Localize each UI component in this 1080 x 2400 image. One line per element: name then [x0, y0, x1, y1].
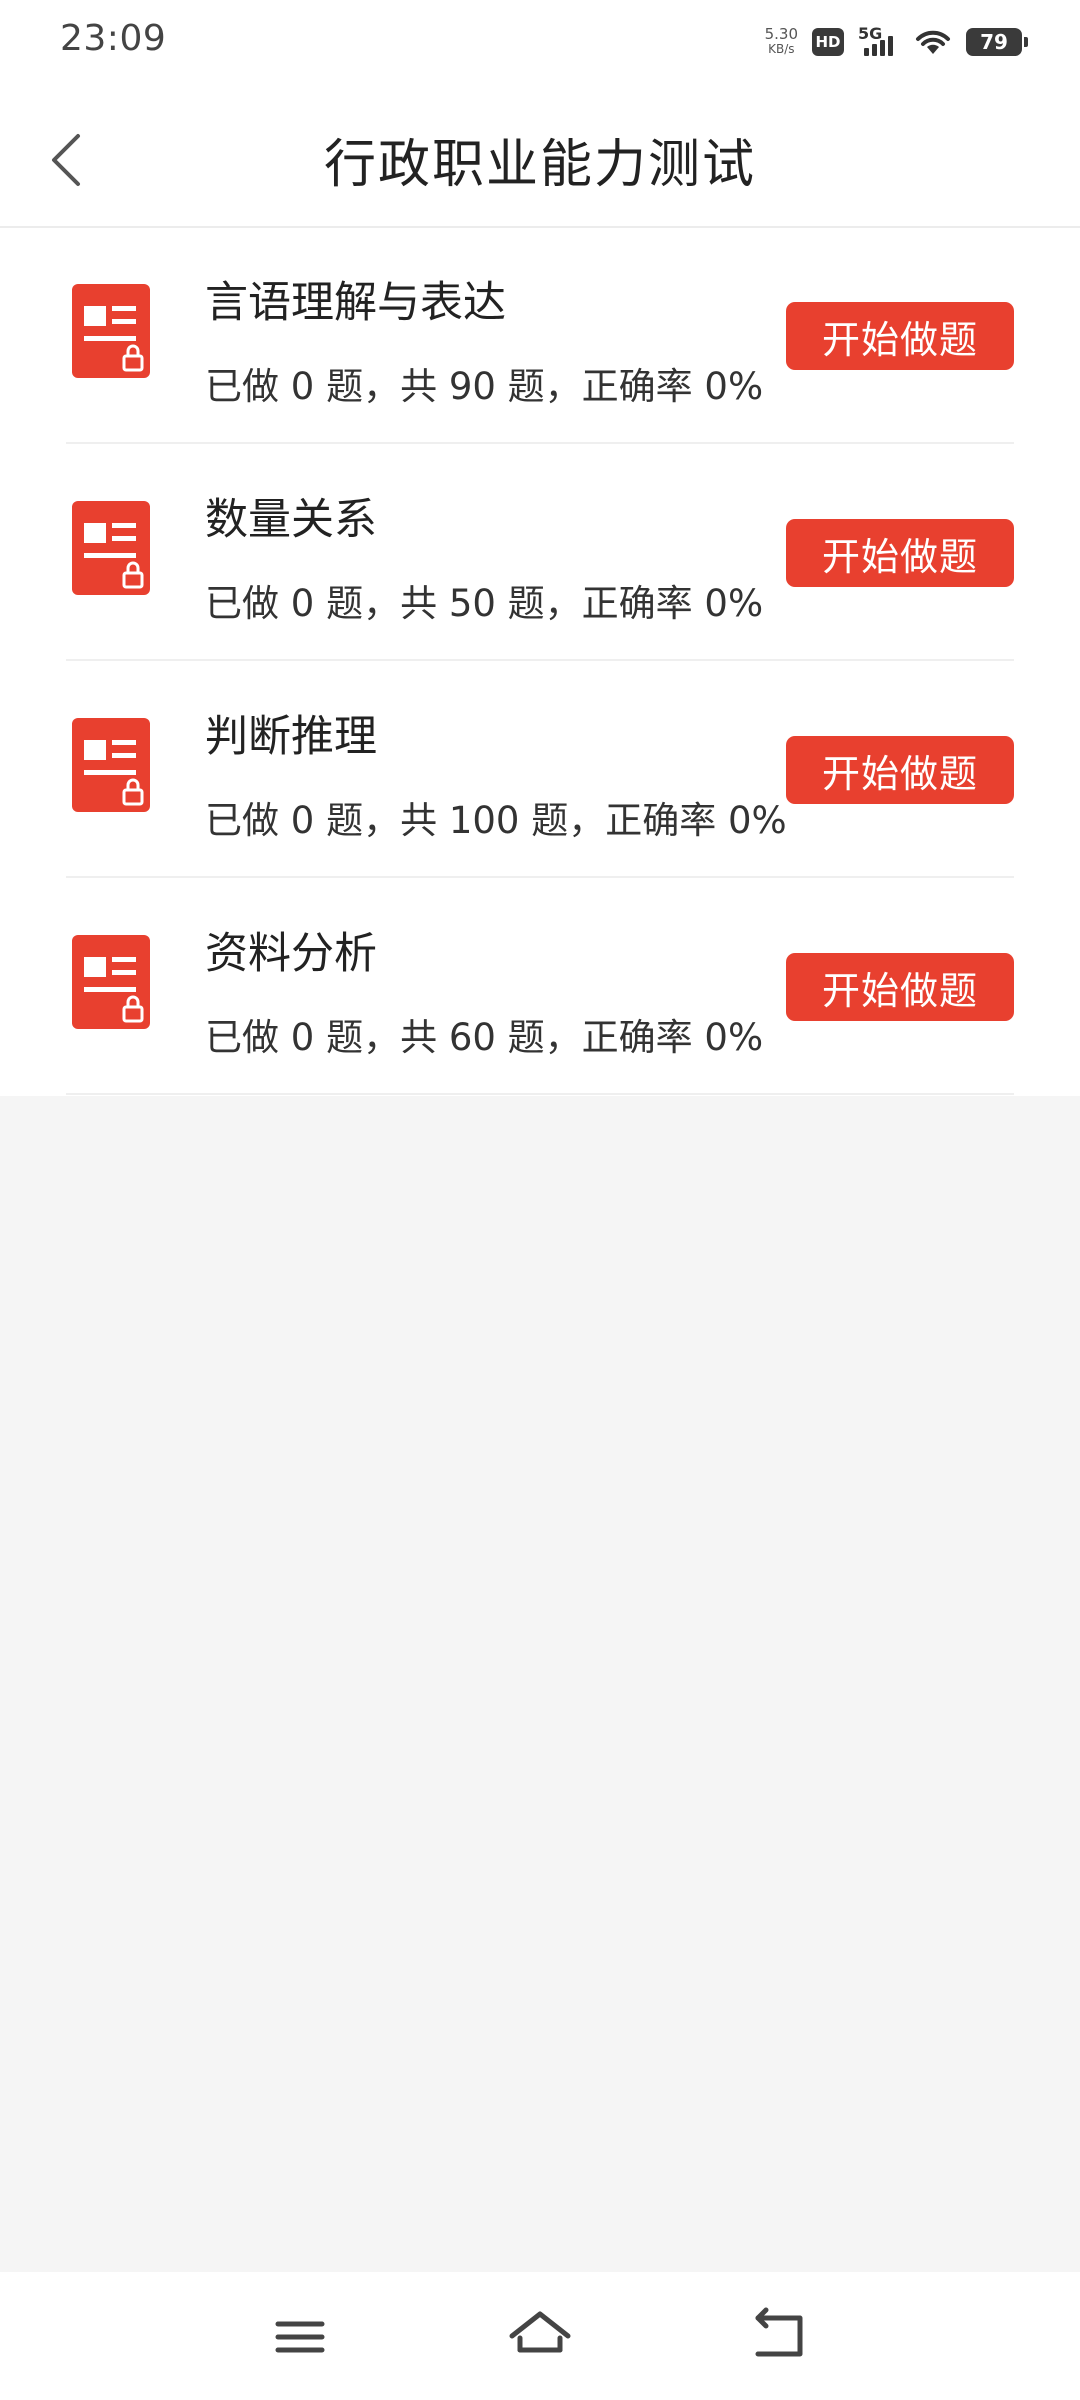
status-icons: 5.30 KB/s HD 5G 79 — [765, 22, 1028, 62]
home-icon — [509, 2311, 571, 2353]
list-item: 资料分析 已做 0 题，共 60 题，正确率 0% 开始做题 — [0, 879, 1080, 1095]
document-lock-icon — [72, 284, 150, 378]
menu-button[interactable] — [260, 2302, 340, 2372]
system-nav-bar — [0, 2272, 1080, 2400]
document-lock-icon — [72, 718, 150, 812]
start-practice-button[interactable]: 开始做题 — [786, 953, 1014, 1021]
network-speed-value: 5.30 — [764, 25, 798, 43]
battery-icon: 79 — [966, 28, 1028, 56]
divider — [66, 1093, 1014, 1095]
exam-name: 数量关系 — [205, 495, 377, 545]
home-button[interactable] — [500, 2302, 580, 2372]
exam-name: 资料分析 — [205, 929, 377, 979]
list-item: 判断推理 已做 0 题，共 100 题，正确率 0% 开始做题 — [0, 662, 1080, 878]
menu-icon — [275, 2321, 325, 2353]
document-lock-icon — [72, 501, 150, 595]
back-nav-button[interactable] — [740, 2302, 820, 2372]
exam-name: 判断推理 — [205, 712, 377, 762]
start-practice-button[interactable]: 开始做题 — [786, 302, 1014, 370]
exam-stats: 已做 0 题，共 90 题，正确率 0% — [205, 365, 764, 408]
divider — [66, 659, 1014, 661]
status-time: 23:09 — [60, 18, 167, 59]
network-speed: 5.30 KB/s — [765, 27, 798, 57]
exam-list: 言语理解与表达 已做 0 题，共 90 题，正确率 0% 开始做题 数量关系 已… — [0, 228, 1080, 1096]
network-speed-unit: KB/s — [768, 42, 795, 56]
divider — [66, 876, 1014, 878]
page-title: 行政职业能力测试 — [323, 135, 756, 195]
exam-name: 言语理解与表达 — [205, 278, 506, 328]
app-header: 行政职业能力测试 — [0, 84, 1080, 228]
start-practice-button[interactable]: 开始做题 — [786, 519, 1014, 587]
document-lock-icon — [72, 935, 150, 1029]
exam-stats: 已做 0 题，共 50 题，正确率 0% — [205, 582, 764, 625]
exam-stats: 已做 0 题，共 60 题，正确率 0% — [205, 1016, 764, 1059]
wifi-icon — [916, 30, 950, 54]
list-item: 数量关系 已做 0 题，共 50 题，正确率 0% 开始做题 — [0, 445, 1080, 661]
back-icon — [755, 2307, 803, 2357]
exam-stats: 已做 0 题，共 100 题，正确率 0% — [205, 799, 787, 842]
start-practice-button[interactable]: 开始做题 — [786, 736, 1014, 804]
hd-icon: HD — [812, 28, 844, 56]
status-bar: 23:09 5.30 KB/s HD 5G 79 — [0, 0, 1080, 84]
divider — [66, 442, 1014, 444]
cellular-signal-icon: 5G — [858, 24, 900, 58]
list-item: 言语理解与表达 已做 0 题，共 90 题，正确率 0% 开始做题 — [0, 228, 1080, 444]
